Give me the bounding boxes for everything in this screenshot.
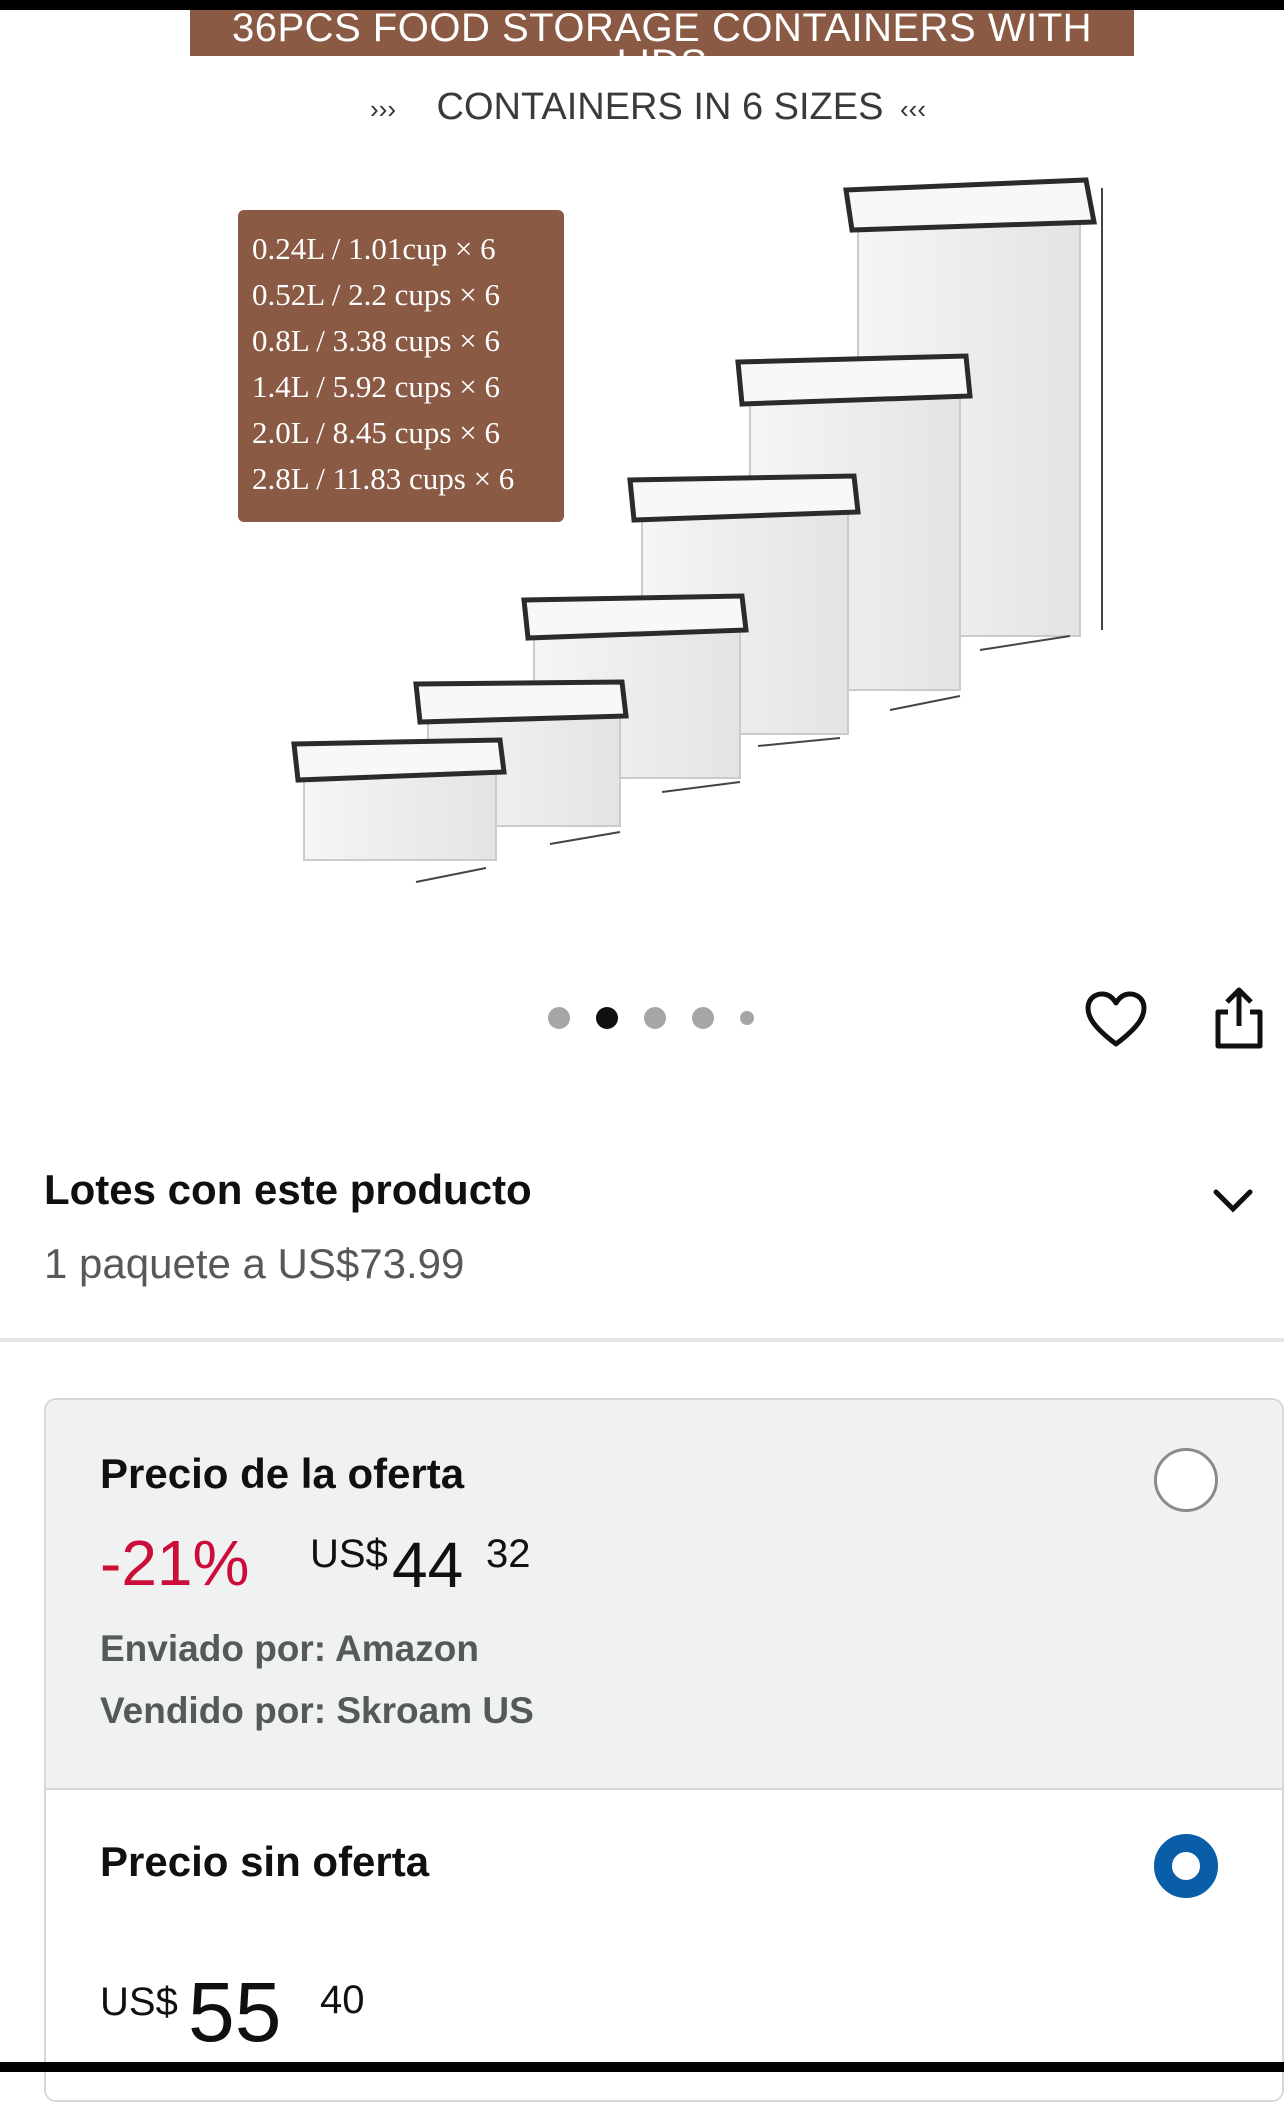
product-image[interactable]: 36PCS FOOD STORAGE CONTAINERS WITH LIDS … <box>0 10 1284 930</box>
offer-option-deal[interactable]: Precio de la oferta -21% US$ 44 32 Envia… <box>46 1400 1282 1790</box>
section-divider <box>0 1338 1284 1342</box>
carousel-dot[interactable] <box>644 1007 666 1029</box>
shipped-by: Enviado por: Amazon <box>100 1628 479 1669</box>
decorative-arrow-right: ‹‹‹ <box>900 94 926 124</box>
heart-icon[interactable] <box>1084 990 1148 1048</box>
bundles-title: Lotes con este producto <box>44 1166 532 1213</box>
chevron-down-icon[interactable] <box>1210 1178 1256 1224</box>
carousel-dot[interactable] <box>740 1011 754 1025</box>
status-bar-edge <box>0 0 1284 10</box>
offer-title: Precio sin oferta <box>100 1838 430 1885</box>
container-1 <box>291 737 507 883</box>
containers-illustration <box>291 177 1103 883</box>
sold-by: Vendido por: Skroam US <box>100 1690 534 1731</box>
carousel-dot-active[interactable] <box>596 1007 618 1029</box>
radio-deal[interactable] <box>1154 1448 1218 1512</box>
price-whole: 44 <box>392 1529 464 1601</box>
price-whole: 55 <box>188 1965 282 2059</box>
offer-option-regular[interactable]: Precio sin oferta US$ 55 40 <box>46 1790 1282 2100</box>
carousel-indicator[interactable] <box>548 1006 754 1030</box>
radio-regular[interactable] <box>1154 1834 1218 1898</box>
discount-percent: -21% <box>100 1527 250 1599</box>
price-cents: 40 <box>320 1978 365 2022</box>
carousel-dot[interactable] <box>548 1007 570 1029</box>
price-options: Precio de la oferta -21% US$ 44 32 Envia… <box>44 1398 1284 2102</box>
offer-title: Precio de la oferta <box>100 1450 465 1497</box>
screen-edge <box>0 2062 1284 2072</box>
carousel-dot[interactable] <box>692 1007 714 1029</box>
price-currency: US$ <box>100 1980 178 2024</box>
price-currency: US$ <box>310 1532 388 1576</box>
sizes-title: CONTAINERS IN 6 SIZES <box>436 86 884 128</box>
price-cents: 32 <box>486 1532 531 1576</box>
bundles-subtitle: 1 paquete a US$73.99 <box>44 1240 465 1287</box>
image-banner: 36PCS FOOD STORAGE CONTAINERS WITH LIDS <box>190 10 1134 56</box>
share-icon[interactable] <box>1210 984 1268 1050</box>
